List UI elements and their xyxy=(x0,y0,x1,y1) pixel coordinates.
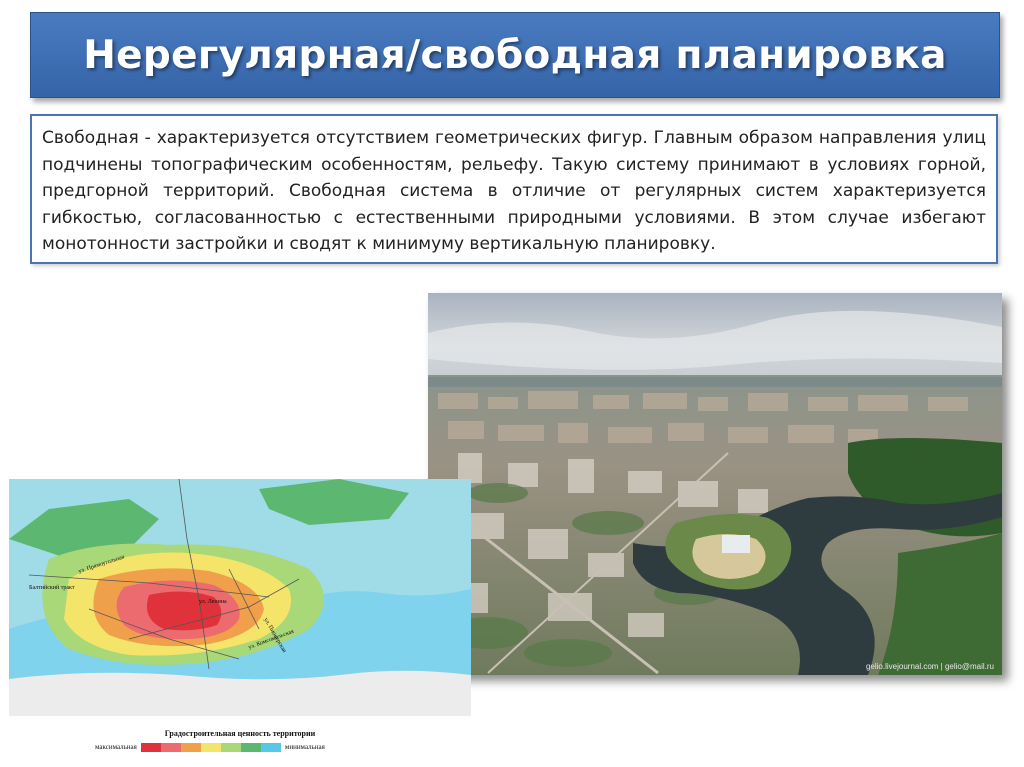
legend-swatch xyxy=(140,742,161,752)
title-bar: Нерегулярная/свободная планировка xyxy=(30,12,1000,98)
description-text: Свободная - характеризуется отсутствием … xyxy=(42,128,986,254)
legend-title: Градостроительная ценность территории xyxy=(164,729,316,738)
city-zoning-map: ул. Прямоугольная Балтийский тракт ул. Л… xyxy=(9,479,471,716)
description-box: Свободная - характеризуется отсутствием … xyxy=(30,114,998,264)
legend-swatch xyxy=(240,742,261,752)
aerial-photo-drawing xyxy=(428,293,1002,675)
zoning-map-drawing: ул. Прямоугольная Балтийский тракт ул. Л… xyxy=(9,479,471,716)
legend-swatch xyxy=(160,742,181,752)
map-street-label: Балтийский тракт xyxy=(29,584,75,591)
legend-swatches xyxy=(140,742,281,752)
photo-credit: gelio.livejournal.com | gelio@mail.ru xyxy=(865,662,994,671)
legend-swatch xyxy=(180,742,201,752)
legend-max-label: максимальная xyxy=(95,743,137,751)
legend-swatch xyxy=(200,742,221,752)
legend-swatch xyxy=(260,742,281,752)
map-street-label: ул. Ленина xyxy=(199,599,227,605)
slide-title: Нерегулярная/свободная планировка xyxy=(83,32,947,78)
legend-min-label: минимальная xyxy=(284,743,325,751)
aerial-city-photo: gelio.livejournal.com | gelio@mail.ru xyxy=(428,293,1002,675)
map-legend: Градостроительная ценность территории ма… xyxy=(95,729,385,763)
legend-scale: максимальная минимальная xyxy=(95,742,385,752)
legend-swatch xyxy=(220,742,241,752)
